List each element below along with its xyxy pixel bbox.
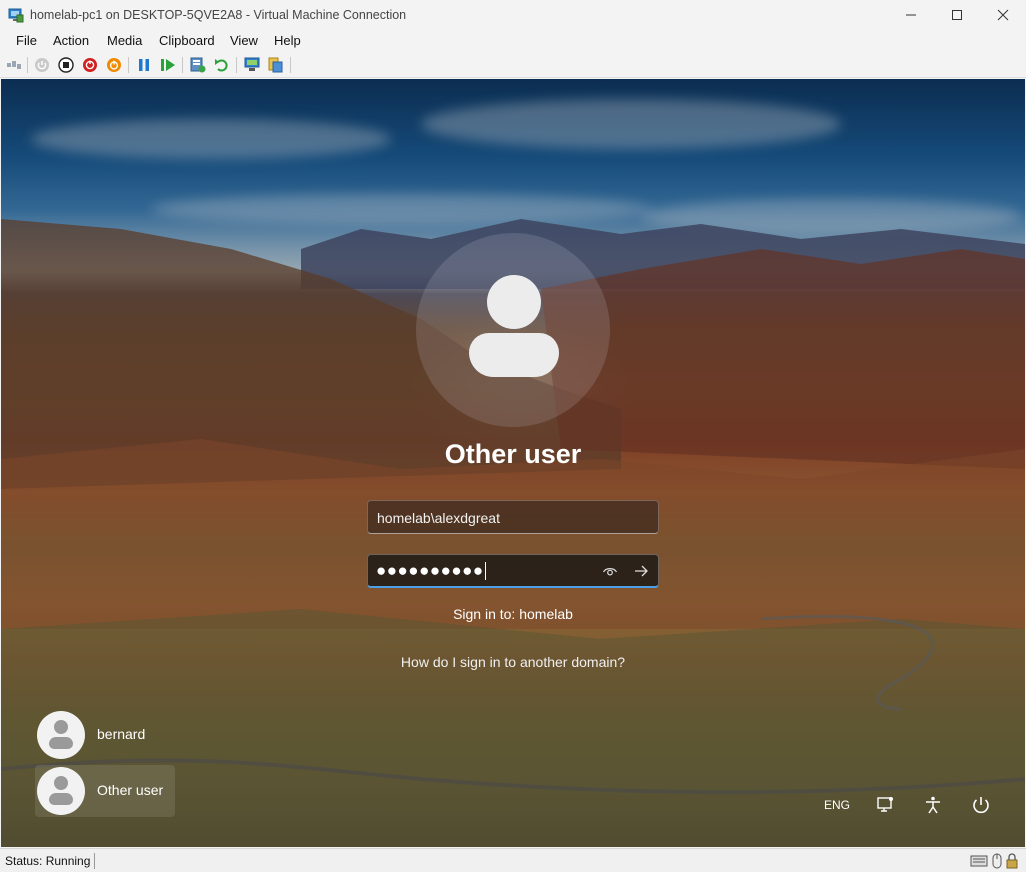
menu-media[interactable]: Media (107, 33, 142, 48)
resume-button[interactable] (159, 56, 177, 74)
reveal-password-eye-icon[interactable] (602, 564, 618, 580)
status-separator (94, 853, 95, 869)
user-avatar-icon (37, 711, 85, 759)
close-icon (997, 9, 1009, 21)
power-icon[interactable] (971, 795, 991, 815)
vm-screen[interactable]: Other user homelab\alexdgreat ●●●●●●●●●●… (1, 79, 1025, 847)
toolbar-separator (236, 57, 237, 73)
save-icon (107, 58, 121, 72)
ctrl-alt-del-button[interactable] (5, 56, 23, 74)
toolbar-separator (27, 57, 28, 73)
toolbar (0, 52, 1026, 78)
password-mask: ●●●●●●●●●● (376, 561, 484, 580)
password-input[interactable]: ●●●●●●●●●● (367, 554, 659, 588)
menu-bar: File Action Media Clipboard View Help (0, 30, 1026, 52)
network-icon[interactable] (875, 795, 895, 815)
ctrl-alt-del-icon (7, 61, 21, 69)
start-button[interactable] (33, 56, 51, 74)
maximize-button[interactable] (934, 0, 980, 30)
accessibility-icon[interactable] (923, 795, 943, 815)
maximize-icon (952, 10, 962, 20)
language-indicator[interactable]: ENG (824, 798, 850, 812)
password-value: ●●●●●●●●●● (376, 561, 486, 581)
turn-off-icon (58, 57, 74, 73)
enhanced-session-button[interactable] (243, 56, 261, 74)
submit-arrow-icon[interactable] (633, 563, 649, 579)
window-title: homelab-pc1 on DESKTOP-5QVE2A8 - Virtual… (30, 8, 407, 22)
menu-view[interactable]: View (230, 33, 258, 48)
user-avatar-icon (37, 767, 85, 815)
user-avatar-body (469, 333, 559, 377)
status-bar: Status: Running (0, 848, 1026, 872)
user-avatar-head (487, 275, 541, 329)
title-bar: homelab-pc1 on DESKTOP-5QVE2A8 - Virtual… (0, 0, 1026, 30)
start-icon (35, 58, 49, 72)
toolbar-separator (182, 57, 183, 73)
menu-help[interactable]: Help (274, 33, 301, 48)
sign-in-domain-text: Sign in to: homelab (453, 606, 573, 622)
shut-down-button[interactable] (81, 56, 99, 74)
selected-user-name: Other user (444, 439, 582, 469)
toolbar-separator (290, 57, 291, 73)
mouse-icon (992, 853, 1002, 869)
save-button[interactable] (105, 56, 123, 74)
another-domain-help-link[interactable]: How do I sign in to another domain? (1, 654, 1025, 670)
share-button[interactable] (266, 56, 284, 74)
minimize-button[interactable] (888, 0, 934, 30)
status-icons (970, 853, 1018, 869)
user-tile-other-user[interactable]: Other user (35, 765, 175, 817)
user-tile-name: bernard (97, 726, 146, 742)
checkpoint-icon (190, 57, 206, 73)
vm-connection-icon (8, 8, 24, 23)
menu-file[interactable]: File (16, 33, 37, 48)
menu-clipboard[interactable]: Clipboard (159, 33, 215, 48)
revert-icon (215, 59, 228, 72)
user-tile-bernard[interactable]: bernard (35, 709, 175, 761)
user-tile-name: Other user (97, 782, 164, 798)
close-button[interactable] (980, 0, 1026, 30)
menu-action[interactable]: Action (53, 33, 89, 48)
revert-button[interactable] (213, 56, 231, 74)
share-icon (268, 57, 283, 73)
pause-button[interactable] (135, 56, 153, 74)
username-value: homelab\alexdgreat (377, 510, 500, 526)
minimize-icon (906, 14, 916, 16)
turn-off-button[interactable] (57, 56, 75, 74)
shut-down-icon (83, 58, 97, 72)
text-caret (484, 562, 486, 580)
user-avatar-large (416, 233, 610, 427)
resume-icon (161, 59, 175, 71)
pause-icon (139, 59, 149, 71)
vm-status: Status: Running (5, 854, 91, 868)
keyboard-icon (970, 855, 988, 867)
toolbar-separator (128, 57, 129, 73)
enhanced-session-icon (244, 57, 260, 71)
checkpoint-button[interactable] (189, 56, 207, 74)
lock-icon (1006, 853, 1018, 869)
username-input[interactable]: homelab\alexdgreat (367, 500, 659, 534)
